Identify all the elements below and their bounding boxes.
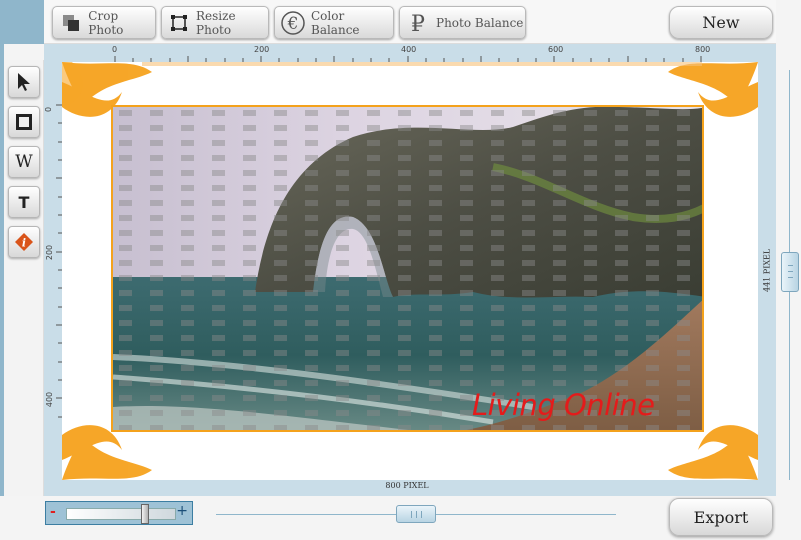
zoom-slider[interactable]: - + (45, 501, 193, 525)
crop-photo-button[interactable]: Crop Photo (52, 6, 156, 39)
tool-palette: W T i (4, 60, 44, 496)
ruble-sign-icon: ₽ (406, 11, 430, 35)
left-ruler: 0 200 400 (44, 62, 62, 480)
info-icon: i (15, 233, 33, 251)
resize-photo-label: Resize Photo (196, 8, 236, 37)
zoom-out-icon[interactable]: - (50, 504, 56, 520)
top-ruler-label-600: 600 (548, 45, 564, 54)
rectangle-tool-button[interactable] (8, 106, 40, 138)
top-ruler-label-800: 800 (695, 45, 711, 54)
arrow-pointer-icon (18, 73, 30, 91)
watermark-text: Living Online (472, 388, 655, 422)
photo-image[interactable] (111, 105, 704, 432)
square-icon (16, 114, 32, 130)
top-ruler: 0 200 400 600 800 (44, 44, 776, 62)
corner-block (0, 0, 44, 44)
new-button[interactable]: New (669, 6, 773, 39)
pointer-tool-button[interactable] (8, 66, 40, 98)
horizontal-scroll-handle[interactable] (396, 505, 436, 523)
top-ruler-label-400: 400 (401, 45, 417, 54)
color-balance-button[interactable]: € Color Balance (274, 6, 394, 39)
euro-sign-icon: € (281, 10, 305, 35)
photo-balance-button[interactable]: ₽ Photo Balance (399, 6, 526, 39)
resize-photo-button[interactable]: Resize Photo (161, 6, 269, 39)
svg-text:€: € (287, 14, 299, 34)
zoom-track[interactable] (66, 508, 176, 520)
crop-icon (59, 11, 82, 35)
resize-icon (168, 11, 190, 35)
vertical-scroll-handle[interactable] (781, 252, 799, 292)
top-ruler-label-0: 0 (112, 45, 118, 54)
left-ruler-label-200: 200 (45, 244, 55, 261)
top-ruler-label-200: 200 (254, 45, 270, 54)
w-tool-label: W (15, 152, 33, 172)
photo-editor-app: Crop Photo Resize Photo € Color Balance … (0, 0, 801, 540)
photo-balance-label: Photo Balance (436, 15, 524, 30)
w-tool-button[interactable]: W (8, 146, 40, 178)
export-button[interactable]: Export (669, 498, 773, 536)
text-tool-button[interactable]: T (8, 186, 40, 218)
info-tool-button[interactable]: i (8, 226, 40, 258)
text-tool-label: T (18, 192, 30, 212)
zoom-thumb[interactable] (141, 504, 149, 524)
svg-text:i: i (22, 237, 26, 250)
left-ruler-label-400: 400 (45, 391, 55, 408)
height-dimension-label: 441 PIXEL (762, 248, 772, 292)
crop-photo-label: Crop Photo (88, 8, 124, 37)
zoom-in-icon[interactable]: + (176, 503, 188, 519)
color-balance-label: Color Balance (311, 8, 360, 37)
left-ruler-label-0: 0 (44, 106, 54, 113)
top-toolbar: Crop Photo Resize Photo € Color Balance … (44, 0, 776, 44)
svg-text:₽: ₽ (411, 12, 425, 35)
width-dimension-label: 800 PIXEL (385, 481, 429, 490)
